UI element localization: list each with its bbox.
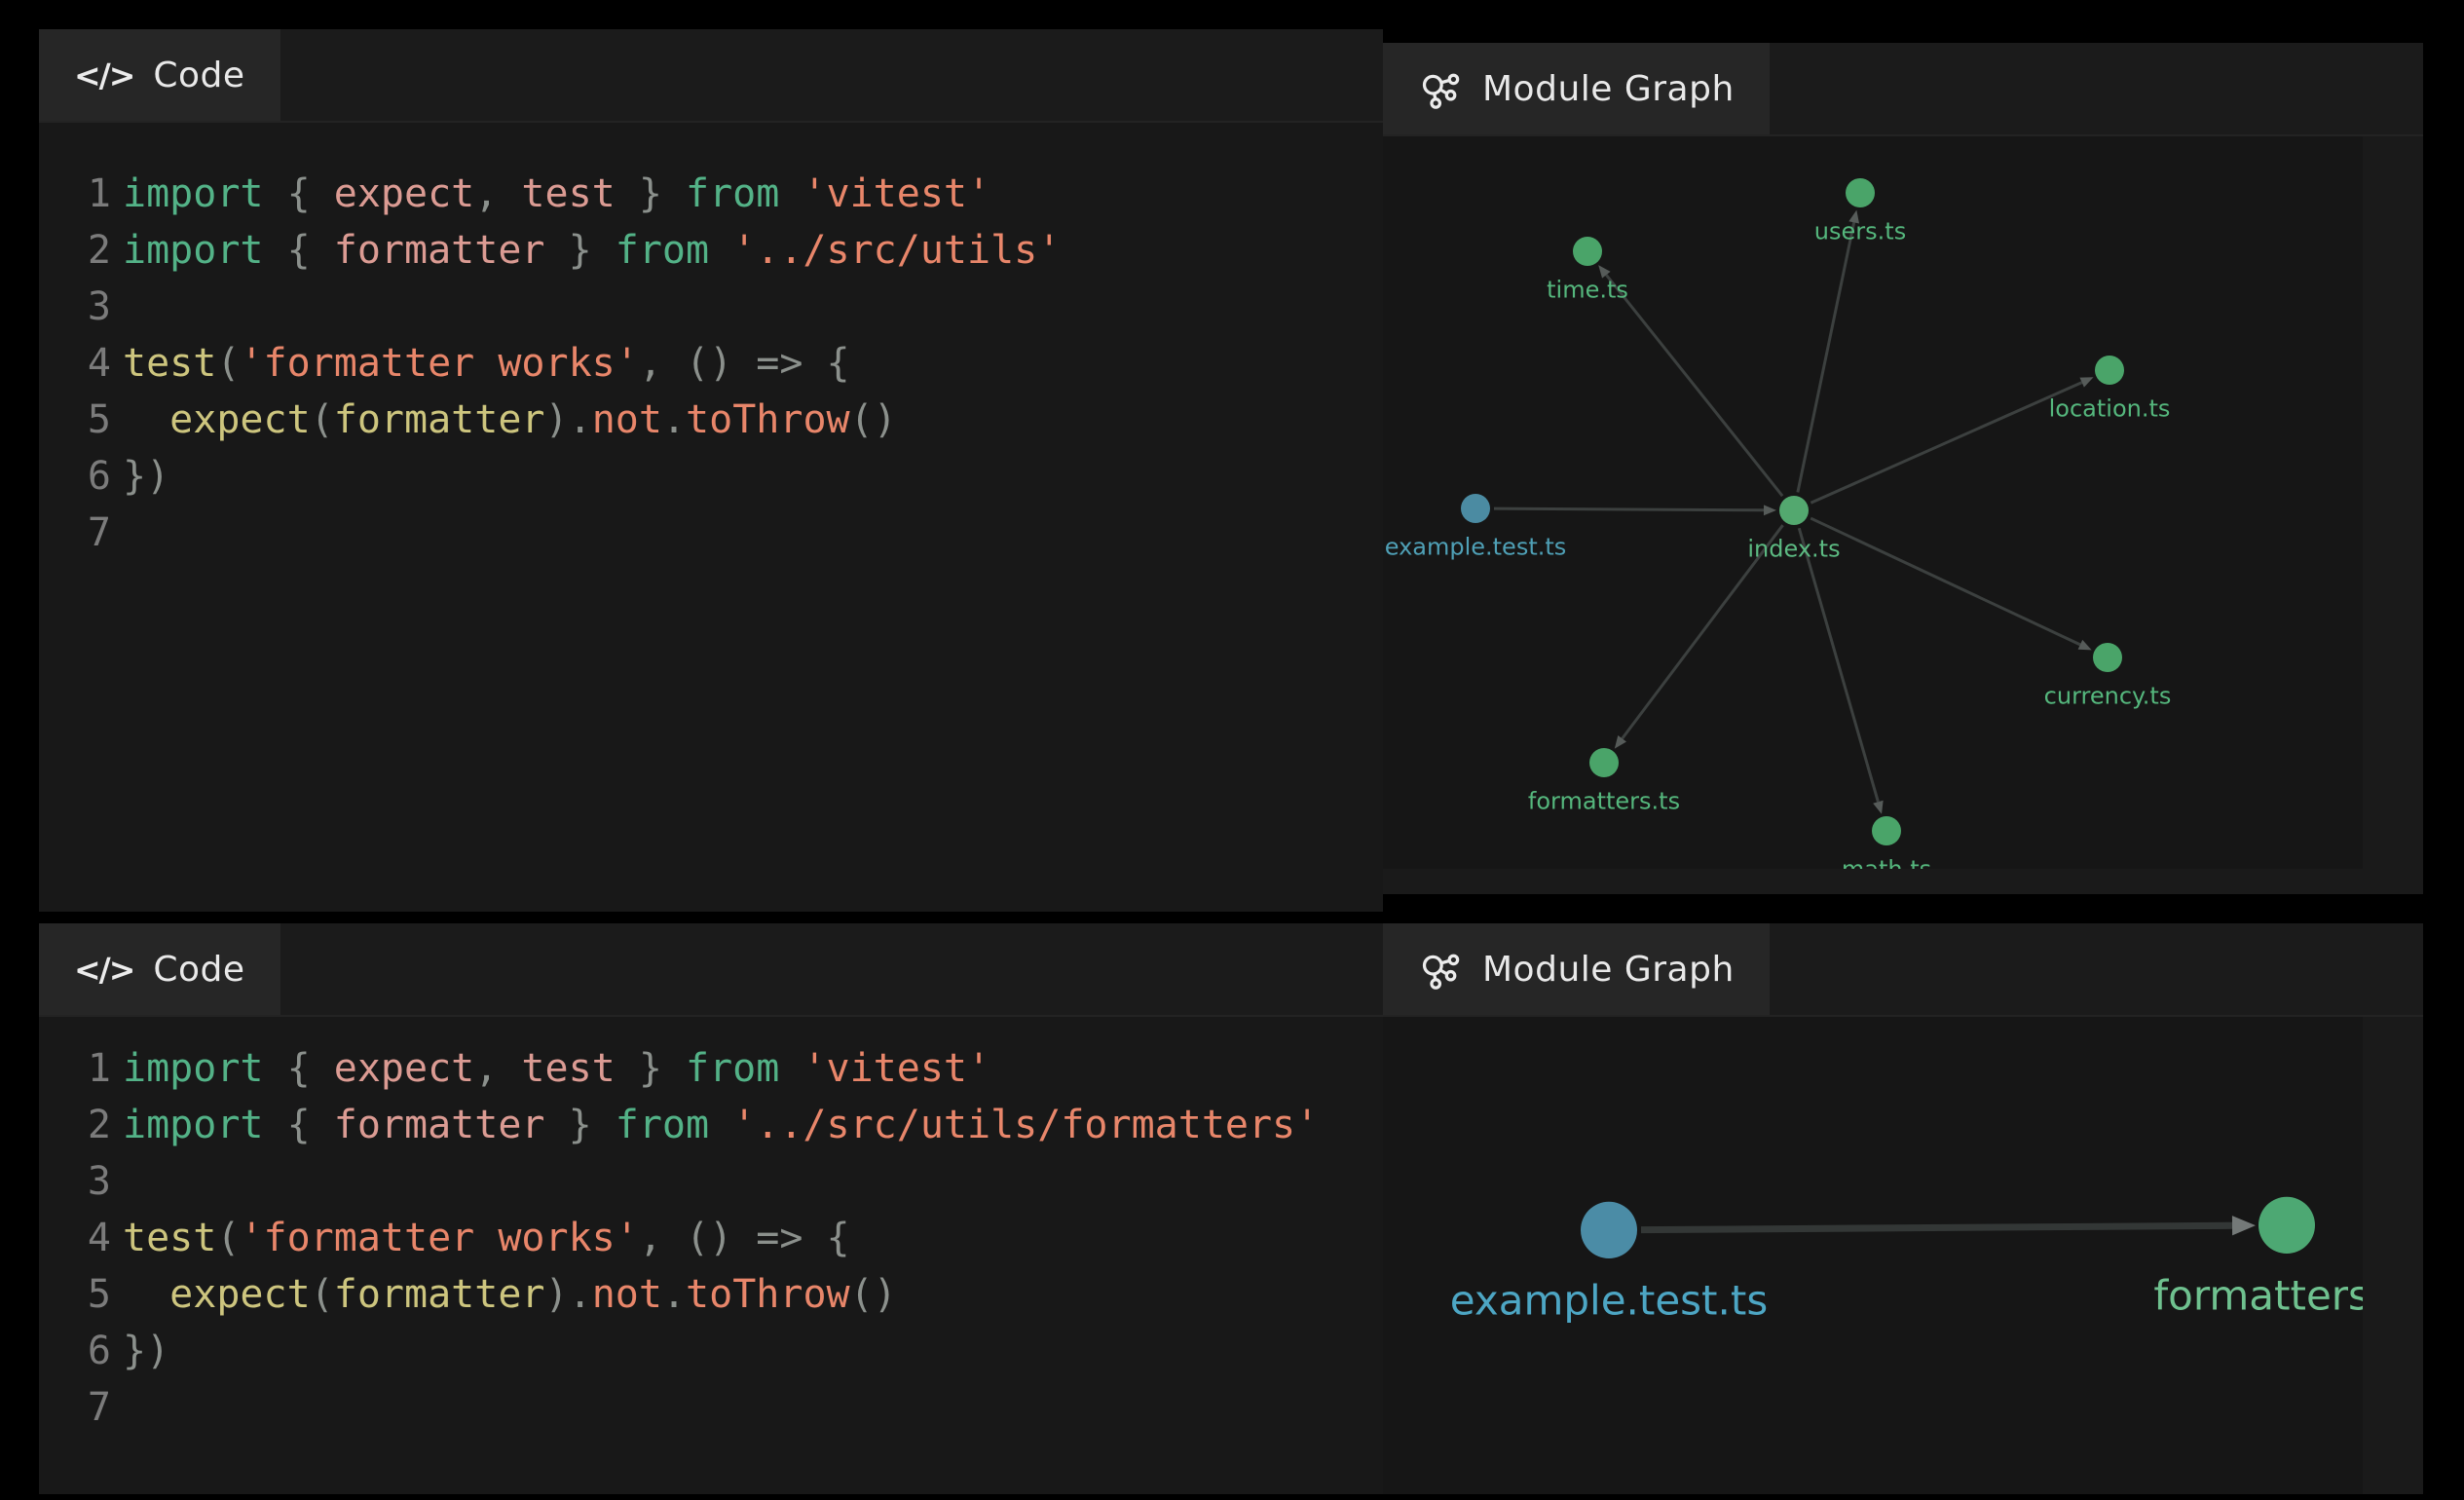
module-graph-header-1: Module Graph (1383, 43, 2423, 136)
graph-node-example[interactable] (1461, 494, 1490, 523)
code-editor-1: 1import { expect, test } from 'vitest'2i… (39, 123, 1383, 912)
graph-node-label-index: index.ts (1747, 536, 1840, 563)
graph-node-label-location: location.ts (2049, 395, 2171, 423)
code-line: 3 (39, 279, 1383, 335)
graph-edge-index-math (1799, 528, 1878, 802)
line-number: 6 (39, 1323, 111, 1379)
code-editor-2: 1import { expect, test } from 'vitest'2i… (39, 1017, 1383, 1494)
graph-node-math[interactable] (1872, 816, 1901, 845)
code-tab-label: Code (153, 56, 244, 95)
module-graph-tab-2[interactable]: Module Graph (1383, 923, 1770, 1015)
code-panel-2: </> Code 1import { expect, test } from '… (39, 923, 1383, 1494)
module-graph-icon (1418, 947, 1463, 992)
module-graph-area-1: users.ts time.ts location.ts example.test.t… (1383, 136, 2423, 894)
code-line: 5 expect(formatter).not.toThrow() (39, 1266, 1383, 1323)
code-line: 1import { expect, test } from 'vitest' (39, 166, 1383, 222)
graph-node-label-users: users.ts (1814, 218, 1906, 245)
graph-node-formatters[interactable] (2259, 1197, 2315, 1254)
code-icon: </> (74, 951, 133, 989)
line-number: 1 (39, 1040, 111, 1097)
code-tab-label: Code (153, 950, 244, 990)
code-icon: </> (74, 56, 133, 94)
module-graph-canvas-1[interactable]: users.ts time.ts location.ts example.test.t… (1383, 136, 2363, 869)
line-number: 1 (39, 166, 111, 222)
graph-node-label-math: math.ts (1842, 856, 1931, 870)
graph-node-index[interactable] (1779, 496, 1809, 525)
code-line: 6}) (39, 448, 1383, 505)
graph-edge-index-currency (1811, 518, 2080, 645)
graph-node-currency[interactable] (2093, 643, 2122, 672)
graph-edge-arrowhead (2232, 1216, 2256, 1235)
module-graph-area-2: example.test.ts formatters.ts (1383, 1017, 2423, 1494)
graph-node-example[interactable] (1581, 1202, 1637, 1258)
line-number: 7 (39, 505, 111, 561)
code-line: 7 (39, 1379, 1383, 1436)
code-line: 3 (39, 1153, 1383, 1210)
line-number: 5 (39, 1266, 111, 1323)
graph-node-users[interactable] (1846, 178, 1875, 207)
graph-edge-arrowhead (1873, 801, 1883, 814)
code-line: 7 (39, 505, 1383, 561)
module-graph-icon (1418, 66, 1463, 111)
graph-node-label-example: example.test.ts (1450, 1277, 1768, 1325)
code-line: 5 expect(formatter).not.toThrow() (39, 392, 1383, 448)
line-number: 4 (39, 335, 111, 392)
graph-node-label-formatters: formatters.ts (1528, 788, 1680, 815)
line-number: 5 (39, 392, 111, 448)
example-row-2: </> Code 1import { expect, test } from '… (39, 923, 2423, 1494)
code-line: 4test('formatter works', () => { (39, 335, 1383, 392)
graph-node-label-example: example.test.ts (1385, 534, 1567, 561)
graph-node-time[interactable] (1573, 237, 1602, 266)
code-line: 6}) (39, 1323, 1383, 1379)
line-number: 2 (39, 222, 111, 279)
graph-node-label-time: time.ts (1547, 277, 1628, 304)
module-graph-header-2: Module Graph (1383, 923, 2423, 1017)
code-line: 2import { formatter } from '../src/utils… (39, 1097, 1383, 1153)
line-number: 7 (39, 1379, 111, 1436)
module-graph-tab-1[interactable]: Module Graph (1383, 43, 1770, 134)
code-tab-2[interactable]: </> Code (39, 923, 280, 1015)
graph-edge-index-time (1606, 275, 1782, 496)
line-number: 3 (39, 1153, 111, 1210)
page: </> Code 1import { expect, test } from '… (39, 29, 2423, 1494)
line-number: 3 (39, 279, 111, 335)
code-tab-1[interactable]: </> Code (39, 29, 280, 121)
graph-node-label-currency: currency.ts (2044, 683, 2172, 710)
graph-edge-arrowhead (1764, 505, 1776, 515)
graph-node-location[interactable] (2095, 356, 2124, 385)
module-graph-tab-label: Module Graph (1482, 950, 1735, 990)
line-number: 4 (39, 1210, 111, 1266)
code-line: 4test('formatter works', () => { (39, 1210, 1383, 1266)
module-graph-tab-label: Module Graph (1482, 69, 1735, 109)
code-line: 1import { expect, test } from 'vitest' (39, 1040, 1383, 1097)
code-panel-1: </> Code 1import { expect, test } from '… (39, 29, 1383, 912)
graph-node-formatters[interactable] (1589, 748, 1619, 777)
code-panel-header-1: </> Code (39, 29, 1383, 123)
module-graph-canvas-2[interactable]: example.test.ts formatters.ts (1383, 1017, 2363, 1494)
line-number: 2 (39, 1097, 111, 1153)
example-row-1: </> Code 1import { expect, test } from '… (39, 29, 2423, 912)
module-graph-panel-1: Module Graph users.ts time.ts location.ts e… (1383, 43, 2423, 894)
graph-edge-index-location (1811, 383, 2081, 504)
code-panel-header-2: </> Code (39, 923, 1383, 1017)
graph-edge-example-index (1494, 508, 1764, 510)
graph-edge-index-users (1798, 222, 1854, 492)
graph-node-label-formatters: formatters.ts (2153, 1272, 2363, 1320)
graph-edge-example-formatters (1641, 1225, 2232, 1229)
module-graph-panel-2: Module Graph example.test.ts formatters.t… (1383, 923, 2423, 1494)
line-number: 6 (39, 448, 111, 505)
code-line: 2import { formatter } from '../src/utils… (39, 222, 1383, 279)
